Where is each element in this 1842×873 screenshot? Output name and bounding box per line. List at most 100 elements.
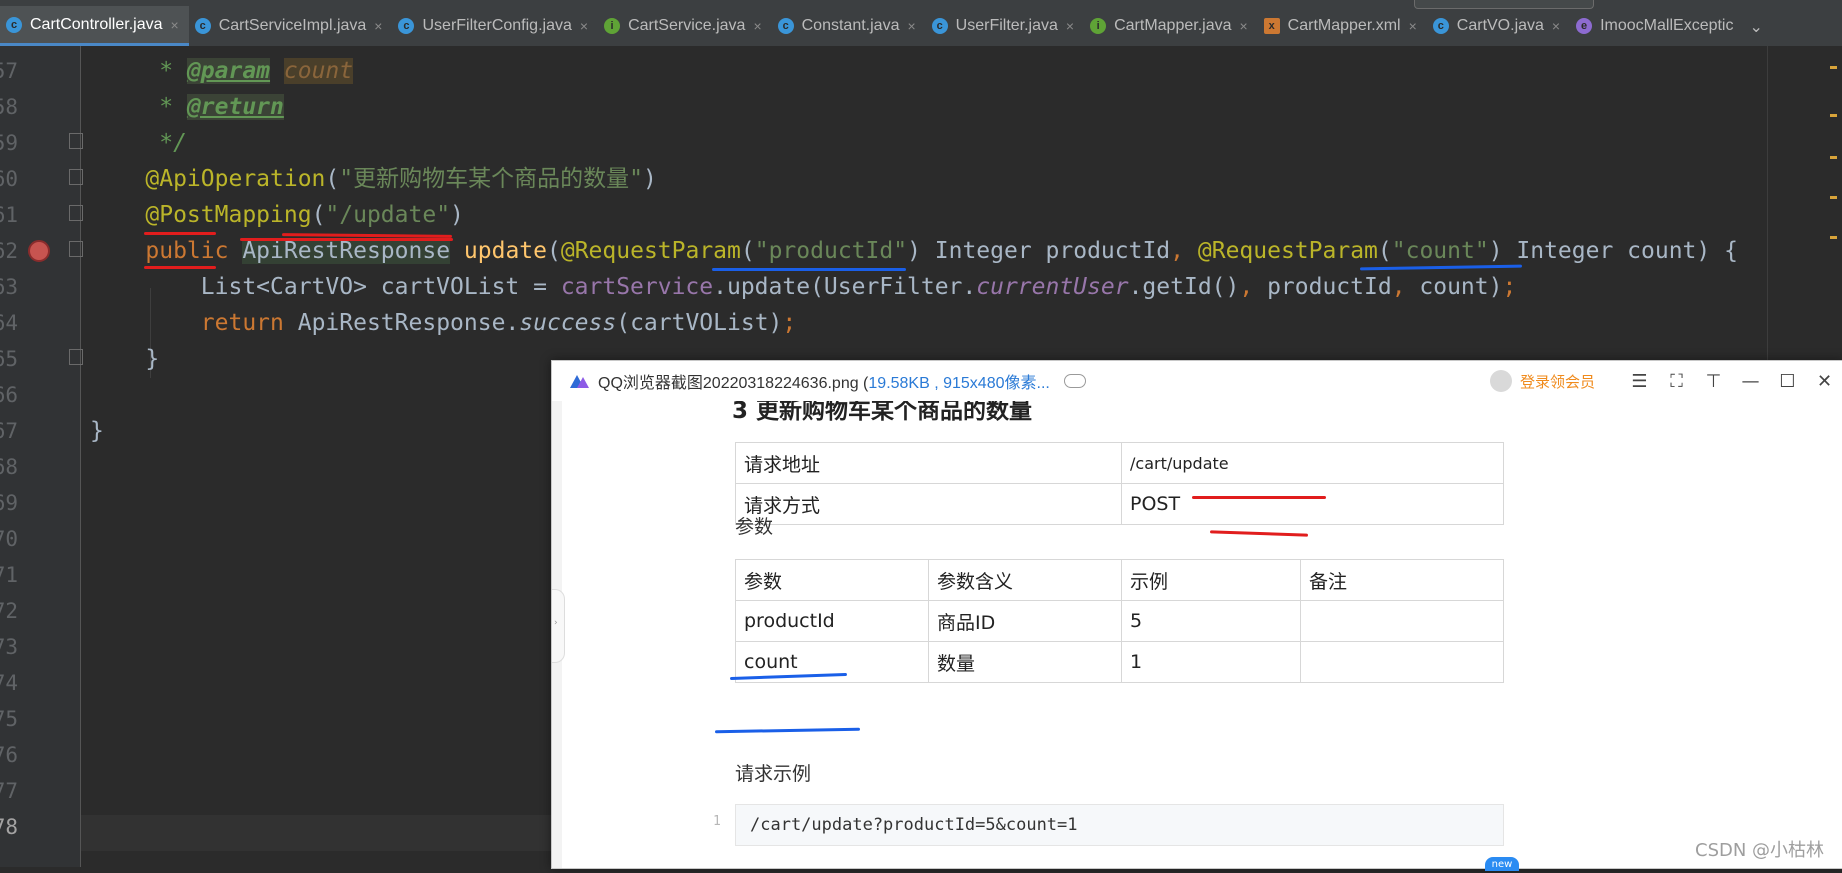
request-info-table: 请求地址 /cart/update 请求方式 POST [735,442,1504,525]
close-icon[interactable]: × [1552,18,1560,34]
line-number: 74 [0,671,18,695]
line-number: 68 [0,455,18,479]
table-cell: /cart/update [1121,442,1504,484]
code-token: ApiRestResponse [242,238,451,264]
tab-cartmapper-xml[interactable]: x CartMapper.xml × [1258,6,1427,46]
code-token: productId [1267,274,1392,300]
table-header-cell: 示例 [1121,559,1301,601]
fullscreen-icon[interactable]: ⛶ [1658,371,1695,392]
line-number: 70 [0,527,18,551]
class-icon: c [1432,18,1449,34]
code-token: @RequestParam [560,238,741,264]
code-token: @return [186,94,284,120]
menu-icon[interactable]: ☰ [1621,371,1658,392]
image-viewer-window[interactable]: QQ浏览器截图20220318224636.png (19.58KB , 915… [551,360,1842,871]
expand-panel-handle[interactable]: › [552,589,565,663]
login-vip-link[interactable]: 登录领会员 [1489,370,1595,392]
code-token: count) [1419,274,1503,300]
fold-marker-icon[interactable] [69,169,83,185]
code-token: @param [186,58,271,84]
line-number: 67 [0,419,18,443]
close-icon[interactable]: × [907,18,915,34]
code-token: @PostMapping [90,202,312,228]
table-cell: 商品ID [928,600,1122,642]
line-number: 61 [0,203,18,227]
viewer-logo-icon [570,373,590,389]
marker-stripe [1830,66,1837,69]
code-token: } [90,346,160,372]
chevron-down-icon[interactable]: ⌄ [1743,17,1768,46]
code-token: public [90,238,243,264]
close-icon[interactable]: × [1239,18,1247,34]
table-cell [1300,641,1504,683]
tab-imoocmallexception[interactable]: e ImoocMallExceptic [1570,6,1743,46]
tab-label: CartMapper.java [1114,17,1232,34]
red-underline-mark [1209,530,1309,537]
viewer-window-controls: 登录领会员 ☰ ⛶ ⊤ — ☐ ✕ [1489,361,1842,401]
code-line-60: @ApiOperation("更新购物车某个商品的数量") [90,161,657,197]
code-token: update [463,238,547,264]
tab-constant[interactable]: c Constant.java × [772,6,926,46]
tab-label: UserFilterConfig.java [422,17,572,34]
pin-icon[interactable]: ⊤ [1695,371,1732,392]
marker-stripe [1830,236,1837,239]
tab-userfilterconfig[interactable]: c UserFilterConfig.java × [392,6,598,46]
code-token: , [1170,238,1198,264]
close-icon[interactable]: × [753,18,761,34]
table-header-cell: 参数 [735,559,929,601]
search-input[interactable] [1414,0,1594,9]
tab-cartserviceimpl[interactable]: c CartServiceImpl.java × [189,6,393,46]
table-row: count 数量 1 [735,641,1504,683]
tab-userfilter[interactable]: c UserFilter.java × [926,6,1084,46]
line-number: 73 [0,635,18,659]
chevron-right-icon: › [554,618,558,628]
code-line-59: */ [90,125,187,161]
code-token: ) [642,166,657,192]
close-icon[interactable]: × [1409,18,1417,34]
params-title: 参数 [735,516,774,538]
code-token: , [1239,274,1268,300]
tab-cartservice[interactable]: i CartService.java × [598,6,772,46]
code-token: ( [311,202,326,228]
marker-stripe [1830,156,1837,159]
tab-cartcontroller[interactable]: c CartController.java × [0,6,189,46]
request-example-code: /cart/update?productId=5&count=1 [735,804,1504,846]
interface-icon: i [1090,18,1107,34]
fold-marker-icon[interactable] [69,349,83,365]
code-token: @ApiOperation [90,166,326,192]
close-icon[interactable]: × [1066,18,1074,34]
tab-label: CartVO.java [1456,17,1544,34]
code-line-number: 1 [713,814,721,829]
minimize-icon[interactable]: — [1732,371,1769,392]
blue-underline-mark [712,268,906,271]
fold-marker-icon[interactable] [69,205,83,221]
cloud-upload-icon[interactable] [1063,374,1086,388]
tab-cartvo[interactable]: c CartVO.java × [1427,6,1570,46]
table-cell: 请求地址 [735,442,1122,484]
code-token: "/update" [325,202,451,228]
line-number: 75 [0,707,18,731]
close-icon[interactable]: × [374,18,382,34]
fold-marker-icon[interactable] [69,133,83,149]
code-line-65: } [90,341,159,377]
code-token: ) Integer count) { [1488,238,1738,264]
line-number: 65 [0,347,18,371]
login-vip-label: 登录领会员 [1519,372,1595,391]
tab-cartmapper[interactable]: i CartMapper.java × [1084,6,1258,46]
table-cell: productId [735,600,929,642]
code-token: */ [90,130,187,156]
code-token: "更新购物车某个商品的数量" [339,166,643,192]
close-icon[interactable]: × [171,17,179,33]
table-cell: 数量 [928,641,1122,683]
maximize-icon[interactable]: ☐ [1769,371,1806,392]
fold-marker-icon[interactable] [69,241,83,257]
close-icon[interactable]: ✕ [1806,371,1842,392]
code-token: count [283,58,354,84]
code-token: "count" [1391,238,1489,264]
enum-icon: e [1576,18,1593,34]
breakpoint-icon[interactable] [28,240,50,262]
code-token: (cartVOList) [616,310,783,336]
table-header-cell: 备注 [1300,559,1504,601]
line-number-gutter[interactable]: 57 58 59 60 61 62 63 64 65 66 67 68 69 7… [0,46,83,867]
close-icon[interactable]: × [580,18,588,34]
